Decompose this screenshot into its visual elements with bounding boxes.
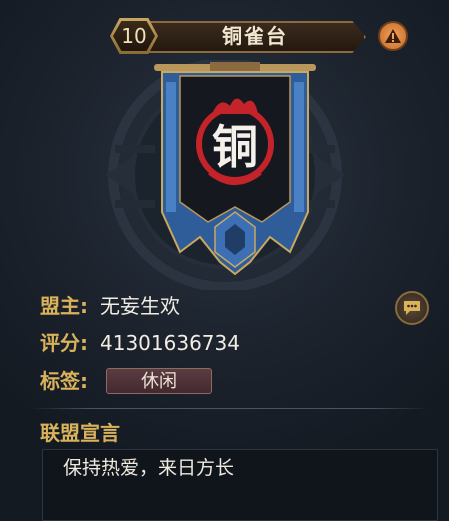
leader-name: 无妄生欢 (100, 294, 180, 318)
report-button[interactable] (378, 21, 408, 51)
warning-icon (385, 29, 401, 43)
tags-label: 标签: (40, 369, 88, 393)
leader-row: 盟主: 无妄生欢 (40, 291, 180, 321)
declaration-box: 保持热爱，来日方长 (42, 449, 438, 521)
tags-row: 标签: (40, 366, 88, 396)
alliance-level: 10 (113, 21, 155, 51)
declaration-text: 保持热爱，来日方长 (63, 457, 235, 479)
alliance-title-bar: 铜雀台 10 (110, 18, 372, 54)
chat-bubble-icon (404, 301, 420, 315)
alliance-info-panel: 铜 铜雀台 10 盟主: 无妄生欢 评分: 41301636734 标签: 休闲 (0, 0, 449, 521)
alliance-name: 铜雀台 (222, 24, 288, 48)
section-divider (30, 408, 430, 409)
score-row: 评分: 41301636734 (40, 328, 240, 358)
banner-emblem-character: 铜 (212, 120, 258, 174)
alliance-level-badge: 10 (110, 18, 158, 54)
tag-chip: 休闲 (106, 368, 212, 394)
leader-label: 盟主: (40, 294, 88, 318)
score-label: 评分: (40, 331, 88, 355)
score-value: 41301636734 (100, 331, 240, 355)
declaration-title: 联盟宣言 (40, 421, 120, 445)
chat-with-leader-button[interactable] (395, 291, 429, 325)
